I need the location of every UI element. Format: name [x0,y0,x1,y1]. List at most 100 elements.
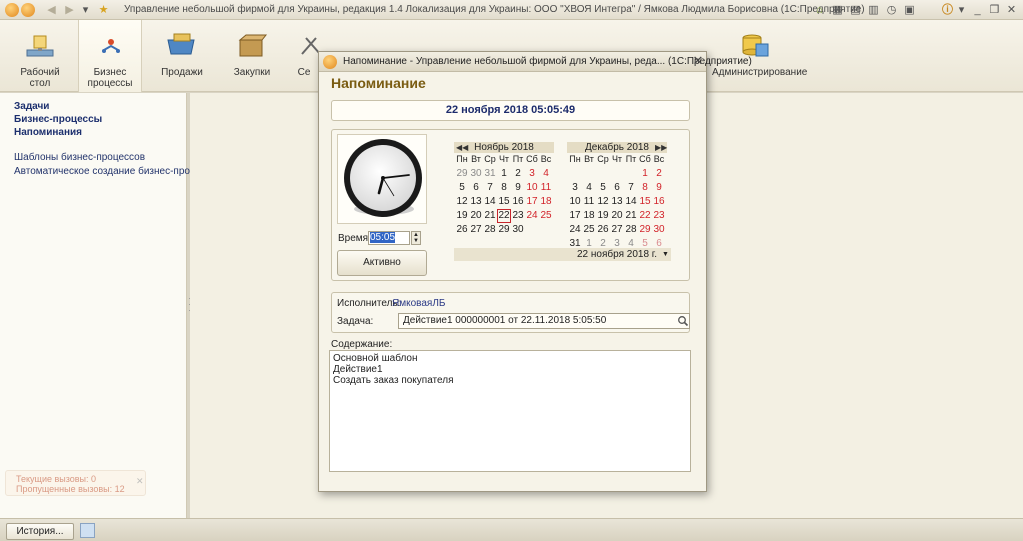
nav-reminders[interactable]: Напоминания [14,127,82,138]
calendar-small-icon[interactable]: ▦ [830,3,845,17]
calendar-day[interactable]: 27 [469,223,483,237]
calendar-day[interactable]: 31 [483,167,497,181]
calendar-day[interactable]: 20 [469,209,483,223]
calendar-day[interactable]: 19 [596,209,610,223]
time-spinner[interactable]: ▲ ▼ [411,231,421,245]
forward-arrow-icon[interactable]: ▶ [62,3,77,17]
calendar-day[interactable]: 30 [652,223,666,237]
minimize-icon[interactable]: _ [970,3,985,17]
window-list-icon[interactable] [80,523,95,538]
calendar-day[interactable]: 26 [455,223,469,237]
calendar-day[interactable]: 1 [497,167,511,181]
calendar-day[interactable]: 16 [511,195,525,209]
calendar-day[interactable]: 21 [624,209,638,223]
section-purchases[interactable]: Закупки [220,20,284,92]
calendar-day[interactable]: 23 [652,209,666,223]
document-icon[interactable]: ▤ [848,3,863,17]
calendar-day[interactable]: 29 [497,223,511,237]
calendar-day[interactable]: 15 [497,195,511,209]
back-arrow-icon[interactable]: ◀ [44,3,59,17]
calendar-day[interactable]: 23 [511,209,525,223]
calendar-selected-date[interactable]: 22 ноября 2018 г. [454,248,671,261]
calendar-day[interactable]: 17 [525,195,539,209]
calendar-day[interactable]: 3 [525,167,539,181]
calendar-day[interactable]: 8 [638,181,652,195]
dialog-close-icon[interactable]: ✕ [691,54,705,68]
calendar-day[interactable]: 28 [624,223,638,237]
calendar-day[interactable]: 10 [568,195,582,209]
close-icon[interactable]: ✕ [1004,3,1019,17]
calendar-day[interactable]: 13 [469,195,483,209]
time-input[interactable]: 05:05 [368,231,410,245]
task-field[interactable]: Действие1 000000001 от 22.11.2018 5:05:5… [398,313,690,329]
calendar-day[interactable]: 29 [638,223,652,237]
info-dropdown-icon[interactable]: ▾ [954,3,969,17]
calendar-day[interactable]: 10 [525,181,539,195]
calendar-day[interactable]: 22 [497,209,511,223]
executor-value[interactable]: ЯмковаяЛБ [392,298,445,309]
calendar-day[interactable]: 21 [483,209,497,223]
calendar-day[interactable]: 30 [511,223,525,237]
calendar-day[interactable]: 28 [483,223,497,237]
calendar-day[interactable]: 6 [610,181,624,195]
calendar-day[interactable]: 18 [539,195,553,209]
clock-small-icon[interactable]: ◷ [884,3,899,17]
calendar-day[interactable]: 20 [610,209,624,223]
calendar-day[interactable]: 11 [539,181,553,195]
restore-icon[interactable]: ❐ [987,3,1002,17]
calendar-day[interactable]: 1 [638,167,652,181]
link-auto-create-processes[interactable]: Автоматическое создание бизнес-процес... [14,166,214,177]
calendar-day[interactable]: 2 [511,167,525,181]
dialog-titlebar[interactable]: Напоминание - Управление небольшой фирмо… [319,52,752,72]
calendar-day[interactable]: 2 [652,167,666,181]
notification-close-icon[interactable]: ✕ [136,476,144,487]
history-icon[interactable]: ▾ [78,3,93,17]
calendar-day[interactable]: 8 [497,181,511,195]
link-process-templates[interactable]: Шаблоны бизнес-процессов [14,152,145,163]
calendar-day[interactable]: 30 [469,167,483,181]
calendar-day[interactable]: 5 [596,181,610,195]
search-icon[interactable] [677,314,689,328]
calendar-day[interactable]: 7 [483,181,497,195]
calendar-day[interactable]: 25 [582,223,596,237]
calendar-day[interactable]: 4 [582,181,596,195]
section-service[interactable]: Се [290,20,321,92]
calendar-day[interactable]: 12 [596,195,610,209]
calendar-day[interactable]: 4 [539,167,553,181]
nav-tasks[interactable]: Задачи [14,101,49,112]
calendar-day[interactable]: 5 [455,181,469,195]
calendar-day[interactable]: 24 [525,209,539,223]
calendar-day[interactable]: 18 [582,209,596,223]
zoom-icon[interactable]: ▣ [902,3,917,17]
calendar-day[interactable]: 9 [511,181,525,195]
calendar-day[interactable]: 14 [624,195,638,209]
nav-business-processes[interactable]: Бизнес-процессы [14,114,102,125]
section-sales[interactable]: Продажи [150,20,214,92]
calendar-day[interactable]: 22 [638,209,652,223]
info-icon[interactable]: ⓘ [940,3,955,17]
section-business-processes[interactable]: Бизнес процессы [78,20,142,92]
calendar-day[interactable]: 17 [568,209,582,223]
main-menu-icon[interactable] [21,3,35,17]
favorites-star-icon[interactable]: ★ [96,3,111,17]
calendar-day[interactable]: 26 [596,223,610,237]
calculator-icon[interactable]: ▥ [866,3,881,17]
section-desktop[interactable]: Рабочий стол [8,20,72,92]
calendar-day[interactable]: 19 [455,209,469,223]
calendar-day[interactable]: 9 [652,181,666,195]
app-menu-icon[interactable] [5,3,19,17]
call-notification[interactable]: Текущие вызовы: 0 Пропущенные вызовы: 12… [5,470,146,496]
calendar-day[interactable]: 13 [610,195,624,209]
content-textarea[interactable]: Основной шаблон Действие1 Создать заказ … [329,350,691,472]
calendar-dropdown-icon[interactable]: ▼ [662,251,669,258]
prev-month-icon[interactable]: ◀◀ [456,142,468,153]
home-icon[interactable]: ⌂ [812,3,827,17]
calendar-day[interactable]: 15 [638,195,652,209]
calendar-day[interactable]: 3 [568,181,582,195]
calendar-day[interactable]: 12 [455,195,469,209]
calendar-day[interactable]: 11 [582,195,596,209]
next-month-icon[interactable]: ▶▶ [655,142,667,153]
calendar-day[interactable]: 29 [455,167,469,181]
calendar-day[interactable]: 14 [483,195,497,209]
active-button[interactable]: Активно [337,250,427,276]
